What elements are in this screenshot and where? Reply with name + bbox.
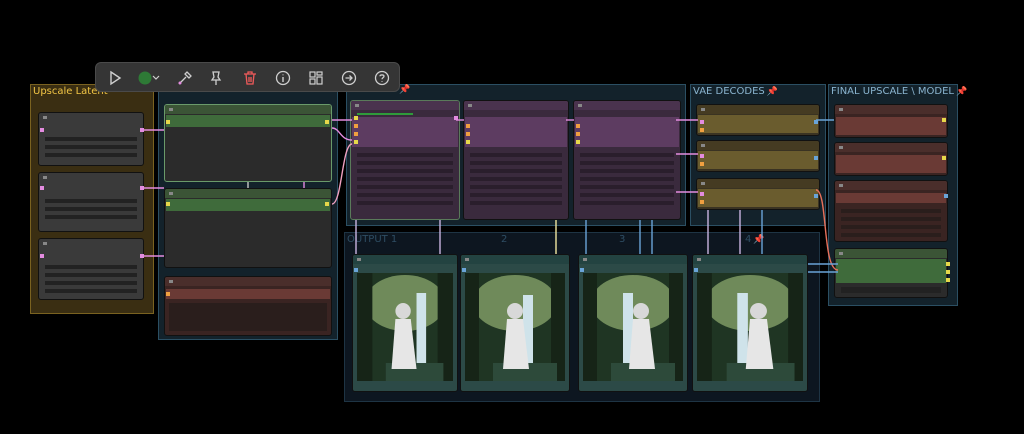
node-preview-2[interactable] [460, 254, 570, 392]
node-sampler-green-1[interactable] [164, 104, 332, 182]
output-col-4-label: 4 [745, 234, 752, 245]
node-vae-decode-1[interactable] [696, 104, 820, 136]
group-title-final-upscale: FINAL UPSCALE \ MODEL [831, 86, 954, 97]
pin-icon: 📌 [956, 87, 968, 97]
preview-image [465, 273, 565, 381]
node-preview-4[interactable] [692, 254, 808, 392]
preview-image [583, 273, 683, 381]
pin-icon: 📌 [766, 87, 778, 97]
eyedropper-icon[interactable] [176, 69, 194, 87]
node-final-green[interactable] [834, 248, 948, 298]
preview-image [357, 273, 453, 381]
node-upscale-latent-1[interactable] [38, 112, 144, 166]
trash-icon[interactable] [241, 69, 259, 87]
node-final-3[interactable] [834, 180, 948, 242]
node-purple-2[interactable] [463, 100, 569, 220]
node-final-1[interactable] [834, 104, 948, 138]
node-upscale-latent-3[interactable] [38, 238, 144, 300]
node-purple-1[interactable] [350, 100, 460, 220]
node-vae-decode-3[interactable] [696, 178, 820, 210]
help-icon[interactable] [373, 69, 391, 87]
node-purple-3[interactable] [573, 100, 681, 220]
play-icon[interactable] [106, 69, 124, 87]
output-col-2-label: 2 [501, 234, 508, 245]
selection-toolbar [95, 62, 400, 92]
info-icon[interactable] [274, 69, 292, 87]
pin-icon: 📌 [753, 235, 765, 245]
node-sampler-red[interactable] [164, 276, 332, 336]
chevron-down-icon[interactable] [151, 69, 161, 87]
node-sampler-green-2[interactable] [164, 188, 332, 268]
pin-icon[interactable] [207, 69, 225, 87]
output-col-3-label: 3 [619, 234, 626, 245]
preview-image [697, 273, 803, 381]
group-title-vae-decodes: VAE DECODES [693, 86, 765, 97]
layout-icon[interactable] [307, 69, 325, 87]
node-upscale-latent-2[interactable] [38, 172, 144, 232]
node-preview-3[interactable] [578, 254, 688, 392]
node-vae-decode-2[interactable] [696, 140, 820, 172]
arrow-right-icon[interactable] [340, 69, 358, 87]
group-title-output: OUTPUT 1 [347, 234, 398, 245]
node-final-2[interactable] [834, 142, 948, 176]
pin-icon: 📌 [399, 85, 411, 95]
node-preview-1[interactable] [352, 254, 458, 392]
